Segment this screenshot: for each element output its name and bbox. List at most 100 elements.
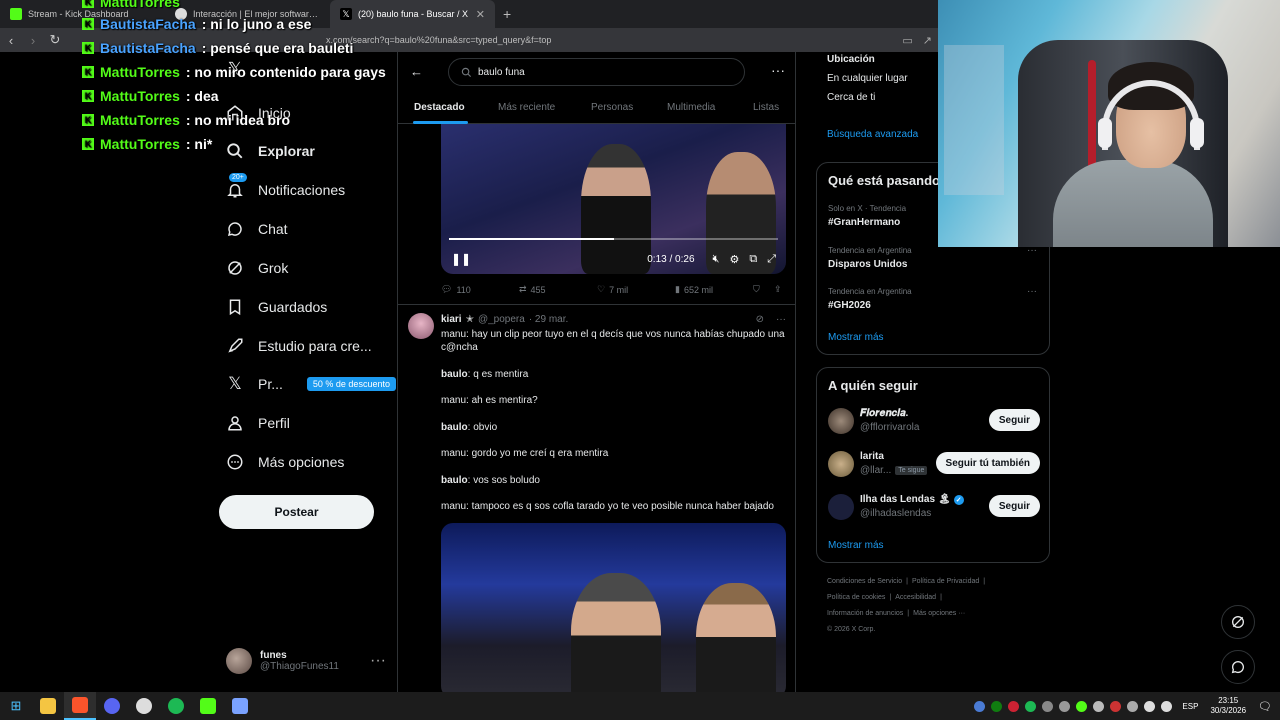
tray-icon[interactable] [974, 700, 986, 712]
close-tab-icon[interactable]: ✕ [476, 8, 485, 21]
taskbar-app[interactable] [224, 692, 256, 720]
back-arrow-icon[interactable]: ← [410, 64, 423, 79]
share-icon[interactable]: ↗ [923, 34, 932, 47]
taskbar-kick[interactable] [192, 692, 224, 720]
bookmark-button[interactable]: ⛉ [753, 284, 760, 295]
nav-profile[interactable]: Perfil [226, 414, 290, 432]
nav-chat[interactable]: Chat [226, 220, 288, 238]
reload-icon[interactable]: ↻ [44, 32, 66, 48]
video-progress[interactable] [449, 238, 778, 240]
search-input[interactable]: baulo funa [448, 58, 745, 86]
footer-link[interactable]: Condiciones de Servicio [827, 578, 902, 585]
advanced-search-link[interactable]: Búsqueda avanzada [827, 129, 918, 140]
views-button[interactable]: ▮ 652 mil [675, 284, 713, 295]
show-more-follow[interactable]: Mostrar más [828, 540, 884, 551]
tray-icon[interactable] [1008, 700, 1020, 712]
follow-suggestion[interactable]: larita @llar... Te sigue Seguir tú tambié… [828, 449, 1040, 479]
xbox-icon[interactable] [991, 700, 1003, 712]
more-icon[interactable]: ··· [1027, 286, 1037, 297]
tweet-video[interactable] [441, 523, 786, 692]
nav-premium[interactable]: 𝕏 Pr... 50 % de descuento [226, 374, 396, 393]
tray-icon[interactable] [1110, 700, 1122, 712]
tab-latest[interactable]: Más reciente [498, 102, 555, 113]
mic-icon[interactable] [1042, 700, 1054, 712]
avatar[interactable] [828, 408, 854, 434]
more-icon[interactable]: ··· [771, 62, 785, 78]
nav-explore[interactable]: Explorar [226, 142, 315, 160]
tray-icon[interactable] [1076, 700, 1088, 712]
tray-icon[interactable] [1059, 700, 1071, 712]
taskbar-app[interactable] [96, 692, 128, 720]
location-near[interactable]: Cerca de ti [827, 92, 875, 103]
trend-item[interactable]: Disparos Unidos [828, 259, 907, 270]
pip-icon[interactable]: ⧉ [749, 253, 757, 266]
taskbar-brave[interactable] [64, 692, 96, 720]
follow-button[interactable]: Seguir [988, 495, 1040, 517]
share-button[interactable]: ⇪ [774, 284, 782, 295]
messages-fab[interactable] [1221, 650, 1255, 684]
retweet-button[interactable]: ⇄ 455 [519, 284, 546, 295]
tab-people[interactable]: Personas [591, 102, 633, 113]
avatar[interactable] [828, 494, 854, 520]
network-icon[interactable] [1144, 700, 1156, 712]
tray-icon[interactable] [1093, 700, 1105, 712]
follow-name[interactable]: 𝑭𝒍𝒐𝒓𝒆𝒏𝒄𝒊𝒂. [860, 408, 908, 419]
url-field[interactable]: x.com/search?q=baulo%20funa&src=typed_qu… [326, 35, 551, 45]
browser-tab-x[interactable]: 𝕏 (20) baulo funa - Buscar / X ✕ [330, 0, 495, 28]
tab-lists[interactable]: Listas [753, 102, 779, 113]
footer-link[interactable]: Política de cookies [827, 594, 885, 601]
nav-bookmarks[interactable]: Guardados [226, 298, 327, 316]
footer-link[interactable]: Información de anuncios [827, 610, 903, 617]
trend-item[interactable]: #GranHermano [828, 217, 900, 228]
windows-start-button[interactable]: ⊞ [0, 692, 32, 720]
nav-creator-studio[interactable]: Estudio para cre... [226, 337, 372, 355]
pause-icon[interactable]: ❚❚ [451, 252, 471, 266]
settings-icon[interactable]: ⚙ [729, 253, 739, 266]
follow-name-row[interactable]: Ilha das Lendas 🏝 ✓ [860, 494, 964, 505]
new-tab-button[interactable]: + [495, 6, 519, 22]
volume-icon[interactable] [1161, 700, 1173, 712]
show-more-trends[interactable]: Mostrar más [828, 332, 884, 343]
follow-name[interactable]: larita [860, 451, 884, 462]
more-icon[interactable]: ··· [776, 314, 786, 325]
author-handle[interactable]: @_popera [478, 314, 525, 325]
screen-icon[interactable]: ▭ [902, 34, 912, 47]
clock[interactable]: 23:15 30/3/2026 [1210, 696, 1246, 716]
avatar[interactable] [828, 451, 854, 477]
footer-link[interactable]: Política de Privacidad [912, 578, 979, 585]
back-icon[interactable]: ‹ [0, 33, 22, 48]
account-switcher[interactable]: funes @ThiagoFunes11 ··· [226, 648, 386, 674]
author-name[interactable]: kiari [441, 314, 462, 325]
follow-suggestion[interactable]: Ilha das Lendas 🏝 ✓ @ilhadaslendas Seguir [828, 492, 1040, 522]
like-button[interactable]: ♡ 7 mil [597, 284, 628, 295]
reply-button[interactable]: 💬︎ 110 [441, 284, 471, 295]
grok-fab[interactable] [1221, 605, 1255, 639]
follow-suggestion[interactable]: 𝑭𝒍𝒐𝒓𝒆𝒏𝒄𝒊𝒂. @fflorrivarola Seguir [828, 406, 1040, 436]
grok-icon[interactable]: ⊘ [756, 314, 764, 325]
tweet-date[interactable]: · 29 mar. [529, 314, 568, 325]
spotify-icon[interactable] [1025, 700, 1037, 712]
notifications-icon[interactable]: 🗨︎ [1258, 700, 1272, 713]
tab-media[interactable]: Multimedia [667, 102, 715, 113]
mute-icon[interactable]: 🔇︎ [713, 253, 720, 266]
post-button[interactable]: Postear [219, 495, 374, 529]
video-player[interactable]: ❚❚ 0:13 / 0:26 🔇︎ ⚙ ⧉ ⤢ [441, 124, 786, 274]
more-icon[interactable]: ··· [370, 652, 386, 670]
trend-item[interactable]: #GH2026 [828, 300, 871, 311]
forward-icon[interactable]: › [22, 33, 44, 48]
follow-button[interactable]: Seguir [988, 409, 1040, 431]
language-indicator[interactable]: ESP [1182, 702, 1198, 711]
follow-back-button[interactable]: Seguir tú también [935, 452, 1040, 474]
fullscreen-icon[interactable]: ⤢ [767, 253, 776, 266]
nav-more[interactable]: Más opciones [226, 453, 344, 471]
nav-grok[interactable]: Grok [226, 259, 288, 277]
taskbar-spotify[interactable] [160, 692, 192, 720]
location-anywhere[interactable]: En cualquier lugar [827, 73, 908, 84]
tray-icon[interactable] [1127, 700, 1139, 712]
nav-notifications[interactable]: 20+ Notificaciones [226, 173, 345, 199]
taskbar-explorer[interactable] [32, 692, 64, 720]
footer-link[interactable]: Más opciones ··· [913, 610, 965, 617]
avatar[interactable] [408, 313, 434, 339]
taskbar-app[interactable] [128, 692, 160, 720]
footer-link[interactable]: Accesibilidad [895, 594, 936, 601]
